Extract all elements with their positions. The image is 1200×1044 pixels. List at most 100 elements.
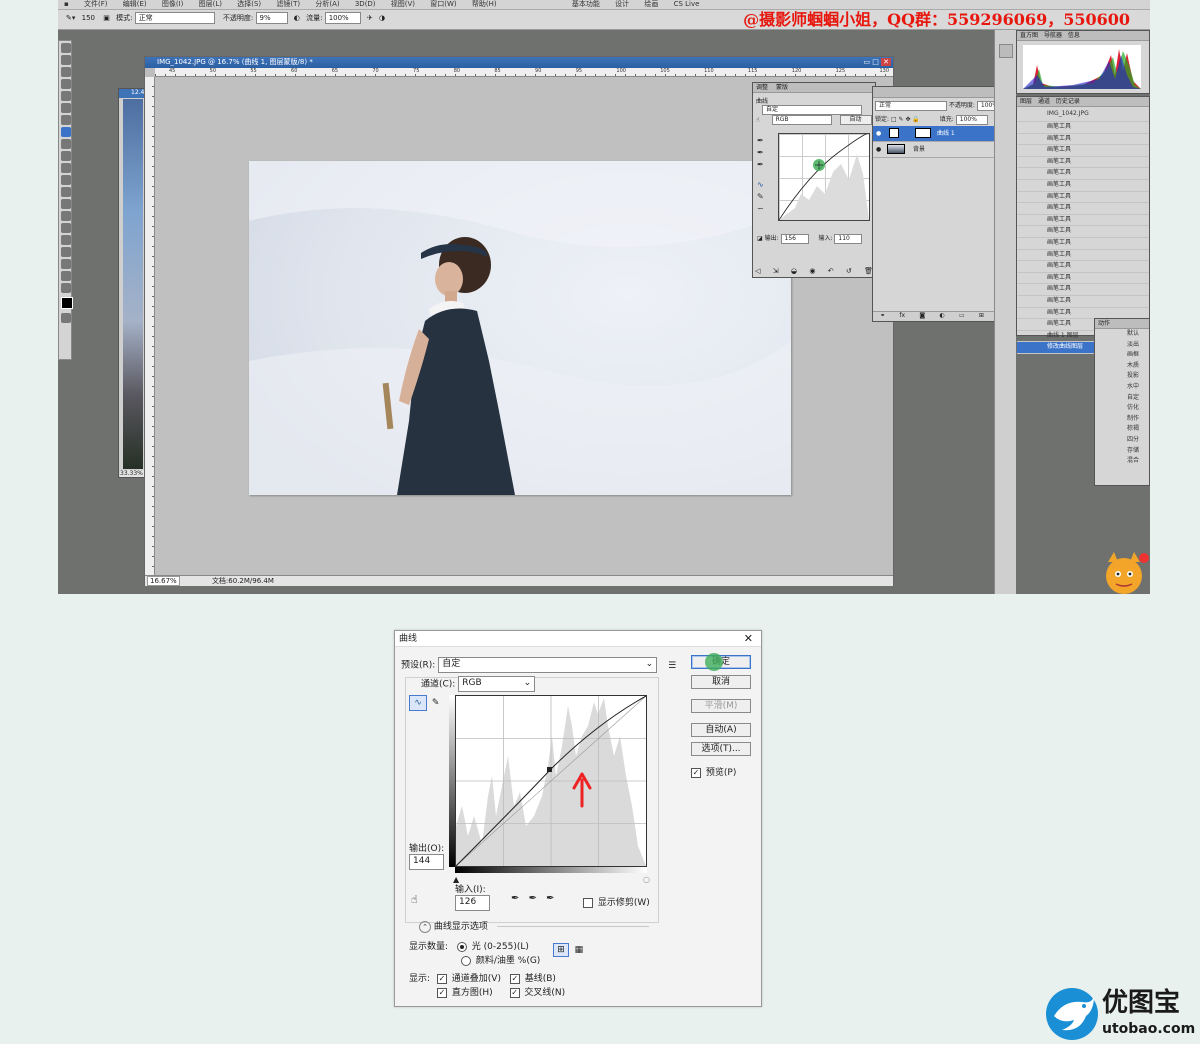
eye-icon[interactable]: ● xyxy=(876,142,881,157)
menu-window[interactable]: 窗口(W) xyxy=(430,0,456,9)
simple-grid-icon[interactable]: ⊞ xyxy=(553,943,569,957)
options-button[interactable]: 选项(T)... xyxy=(691,742,751,756)
tab-history[interactable]: 历史记录 xyxy=(1056,98,1080,105)
layer-name[interactable]: 背景 xyxy=(913,146,925,153)
menu-file[interactable]: 文件(F) xyxy=(84,0,108,9)
baseline-checkbox[interactable]: ✓ xyxy=(509,973,520,984)
history-entry[interactable]: 画笔工具 xyxy=(1017,192,1149,204)
lock-icons[interactable]: □ ✎ ✥ 🔒 xyxy=(891,116,920,123)
history-entry[interactable]: 画笔工具 xyxy=(1017,180,1149,192)
tab-masks[interactable]: 蒙版 xyxy=(776,84,788,91)
marquee-tool-icon[interactable] xyxy=(61,55,71,65)
smooth-curve-icon[interactable]: ∽ xyxy=(757,203,771,215)
panel-icon[interactable] xyxy=(999,44,1013,58)
sample-icon[interactable]: ◪ xyxy=(757,235,763,242)
new-adjustment-icon[interactable]: ◐ xyxy=(939,312,944,321)
history-brush-tool-icon[interactable] xyxy=(61,151,71,161)
history-entry[interactable]: 画笔工具 xyxy=(1017,145,1149,157)
airbrush-icon[interactable]: ✈ xyxy=(367,14,373,22)
gray-eyedropper-icon[interactable]: ✒ xyxy=(529,893,537,904)
point-curve-icon[interactable]: ∿ xyxy=(409,695,427,711)
history-entry[interactable]: 画笔工具 xyxy=(1017,238,1149,250)
history-entry[interactable]: 画笔工具 xyxy=(1017,215,1149,227)
history-entry[interactable]: 画笔工具 xyxy=(1017,168,1149,180)
intersection-checkbox[interactable]: ✓ xyxy=(509,987,520,998)
move-tool-icon[interactable] xyxy=(61,43,71,53)
lasso-tool-icon[interactable] xyxy=(61,67,71,77)
workspace-essentials[interactable]: 基本功能 xyxy=(572,0,600,9)
auto-button[interactable]: 自动(A) xyxy=(691,723,751,737)
layer-row-background[interactable]: ● 背景 🔒 xyxy=(873,142,1013,158)
detailed-grid-icon[interactable]: ▦ xyxy=(572,944,586,956)
output-field[interactable]: 144 xyxy=(409,854,444,870)
add-mask-icon[interactable]: ◙ xyxy=(919,312,925,321)
curve-control-point[interactable] xyxy=(547,767,552,772)
action-item[interactable]: 制作 xyxy=(1095,414,1149,425)
eraser-tool-icon[interactable] xyxy=(61,163,71,173)
maximize-icon[interactable]: □ xyxy=(872,58,879,66)
history-entry[interactable]: 画笔工具 xyxy=(1017,261,1149,273)
tab-info[interactable]: 信息 xyxy=(1068,32,1080,39)
menu-image[interactable]: 图像(I) xyxy=(162,0,184,9)
background-document-window[interactable]: 12.4 33.33% xyxy=(118,88,146,478)
tab-adjustments[interactable]: 调整 xyxy=(756,84,768,91)
layer-mask-thumbnail[interactable] xyxy=(915,128,931,138)
crop-tool-icon[interactable] xyxy=(61,91,71,101)
history-entry[interactable]: 画笔工具 xyxy=(1017,296,1149,308)
blend-mode-select[interactable]: 正常 xyxy=(875,100,947,111)
new-group-icon[interactable]: ▭ xyxy=(959,312,965,321)
preset-select[interactable]: 自定 ⌄ xyxy=(438,657,658,673)
history-snapshot[interactable]: IMG_1042.JPG xyxy=(1017,107,1149,122)
action-item[interactable]: 水中 xyxy=(1095,382,1149,393)
tab-histogram[interactable]: 直方图 xyxy=(1020,32,1038,39)
workspace-design[interactable]: 设计 xyxy=(615,0,629,9)
workspace-painting[interactable]: 绘画 xyxy=(644,0,658,9)
minimize-icon[interactable]: ▭ xyxy=(863,58,870,66)
adjustments-curve-graph[interactable] xyxy=(778,133,870,221)
input-field[interactable]: 126 xyxy=(455,895,490,911)
new-layer-icon[interactable]: ⊞ xyxy=(979,312,984,321)
quick-select-tool-icon[interactable] xyxy=(61,79,71,89)
close-icon[interactable]: ✕ xyxy=(881,58,891,66)
gray-point-eyedropper-icon[interactable]: ✒ xyxy=(757,147,771,159)
histogram-checkbox[interactable]: ✓ xyxy=(437,987,447,998)
file-info[interactable]: 文档:60.2M/96.4M xyxy=(212,577,274,585)
cancel-button[interactable]: 取消 xyxy=(691,675,751,689)
type-tool-icon[interactable] xyxy=(61,223,71,233)
menu-filter[interactable]: 滤镜(T) xyxy=(276,0,300,9)
menu-analysis[interactable]: 分析(A) xyxy=(315,0,339,9)
stamp-tool-icon[interactable] xyxy=(61,139,71,149)
preset-select[interactable]: 自定 xyxy=(762,105,862,115)
auto-button[interactable]: 自动 xyxy=(839,115,872,125)
brush-tool-icon[interactable]: ✎▾ xyxy=(66,14,75,22)
eyedropper-tool-icon[interactable] xyxy=(61,103,71,113)
reset-icon[interactable]: ↺ xyxy=(846,267,852,275)
preset-options-icon[interactable]: ☰ xyxy=(668,661,676,671)
action-item[interactable]: 投影 xyxy=(1095,371,1149,382)
actions-tab[interactable]: 动作 xyxy=(1095,319,1149,329)
pressure-size-icon[interactable]: ◑ xyxy=(379,14,385,22)
zoom-tool-icon[interactable] xyxy=(61,283,71,293)
channel-select[interactable]: RGB xyxy=(771,115,832,125)
target-adjust-icon[interactable]: ☝ xyxy=(411,893,418,906)
tab-navigator[interactable]: 导航器 xyxy=(1044,32,1062,39)
channel-overlays-checkbox[interactable]: ✓ xyxy=(436,973,447,984)
healing-tool-icon[interactable] xyxy=(61,115,71,125)
eye-icon[interactable]: ● xyxy=(876,126,881,141)
expand-icon[interactable]: ⇲ xyxy=(773,267,779,275)
collapse-icon[interactable]: ⌃ xyxy=(419,921,431,933)
preview-checkbox[interactable]: ✓ xyxy=(691,767,701,778)
action-item[interactable]: 默认 xyxy=(1095,329,1149,340)
history-entry[interactable]: 画笔工具 xyxy=(1017,250,1149,262)
3d-tool-icon[interactable] xyxy=(61,259,71,269)
history-entry[interactable]: 画笔工具 xyxy=(1017,134,1149,146)
history-entry[interactable]: 画笔工具 xyxy=(1017,122,1149,134)
layer-row-curves[interactable]: ● 曲线 1 xyxy=(873,126,1013,142)
menu-select[interactable]: 选择(S) xyxy=(237,0,261,9)
mode-select[interactable]: 正常 xyxy=(134,12,215,24)
brush-panel-icon[interactable]: ▣ xyxy=(103,14,110,22)
smooth-button[interactable]: 平滑(M) xyxy=(691,699,751,713)
document-window-controls[interactable]: ▭ □ ✕ xyxy=(863,58,891,67)
menu-view[interactable]: 视图(V) xyxy=(391,0,415,9)
history-entry[interactable]: 画笔工具 xyxy=(1017,157,1149,169)
